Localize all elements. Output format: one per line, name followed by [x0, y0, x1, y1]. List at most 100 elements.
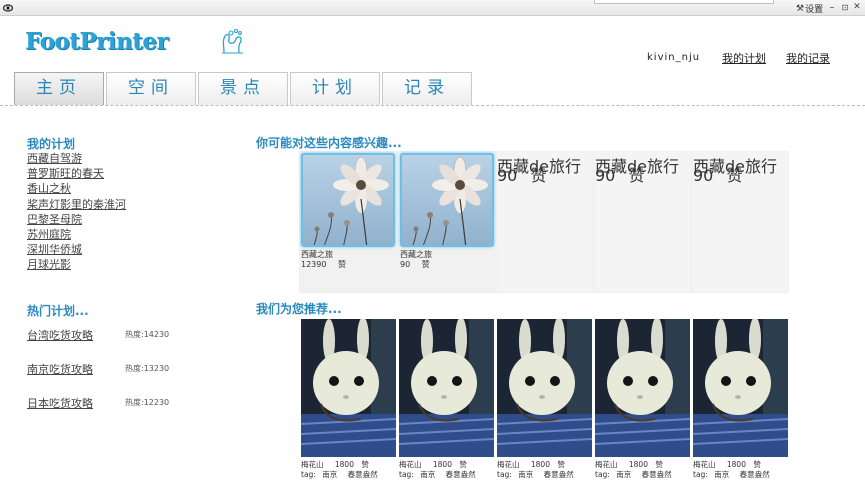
tag-label: tag: [693, 470, 708, 479]
likes-count: 90 [400, 260, 411, 269]
tab-space[interactable]: 空间 [106, 72, 196, 105]
recommend-tags: tag: 南京 春意盎然 [399, 469, 476, 480]
hot-plans-title: 热门计划... [27, 304, 89, 318]
mood-tag: 春意盎然 [445, 470, 476, 479]
tag-label: tag: [497, 470, 512, 479]
place-name: 梅花山 [301, 460, 324, 469]
plan-link[interactable]: 桨声灯影里的秦淮河 [27, 197, 126, 212]
card-likes: 90 赞 [400, 259, 430, 270]
hot-plan-link[interactable]: 日本吃货攻略 [27, 397, 93, 410]
plan-link[interactable]: 月球光影 [27, 257, 126, 272]
mood-tag: 春意盎然 [347, 470, 378, 479]
mood-tag: 春意盎然 [543, 470, 574, 479]
place-name: 梅花山 [595, 460, 618, 469]
logo-text[interactable]: FootPrinter [25, 28, 169, 55]
window-titlebar: ⚒ 设置 – ⊡ ✕ [0, 0, 865, 16]
my-plans-link[interactable]: 我的计划 [722, 50, 766, 66]
like-label: 赞 [753, 460, 761, 469]
interest-title: 你可能对这些内容感兴趣... [256, 136, 402, 150]
hot-plan-row: 南京吃货攻略 热度:13230 [27, 361, 169, 377]
like-label: 赞 [655, 460, 663, 469]
likes-count: 1800 [628, 460, 648, 469]
like-label: 赞 [361, 460, 369, 469]
likes-count: 90 [595, 166, 616, 185]
like-label: 赞 [628, 166, 645, 185]
like-label: 赞 [459, 460, 467, 469]
likes-count: 90 [497, 166, 518, 185]
heat-value: 热度:12230 [125, 398, 170, 407]
interest-text-card[interactable]: 西藏de旅行 90 赞 [693, 152, 788, 292]
tag-value: 南京 [714, 470, 730, 479]
restore-button[interactable]: ⊡ [840, 1, 850, 14]
place-name: 梅花山 [497, 460, 520, 469]
bunny-photo [497, 319, 592, 457]
flower-photo [301, 153, 395, 247]
likes-count: 1800 [334, 460, 354, 469]
tag-value: 南京 [518, 470, 534, 479]
tab-records[interactable]: 记录 [382, 72, 472, 105]
hot-plan-link[interactable]: 台湾吃货攻略 [27, 329, 93, 342]
heat-value: 热度:13230 [125, 364, 170, 373]
my-plans-list: 西藏自驾游 普罗斯旺的春天 香山之秋 桨声灯影里的秦淮河 巴黎圣母院 苏州庭院 … [27, 151, 126, 273]
like-label: 赞 [338, 260, 346, 269]
likes-count: 12390 [301, 260, 327, 269]
likes-count: 90 [693, 166, 714, 185]
settings-label: 设置 [805, 5, 824, 15]
interest-text-card[interactable]: 西藏de旅行 90 赞 [595, 152, 690, 292]
close-button[interactable]: ✕ [852, 1, 862, 14]
plan-link[interactable]: 香山之秋 [27, 181, 126, 196]
recommend-tags: tag: 南京 春意盎然 [301, 469, 378, 480]
plan-link[interactable]: 普罗斯旺的春天 [27, 166, 126, 181]
username-label: kivin_nju [647, 52, 701, 63]
likes-count: 1800 [726, 460, 746, 469]
my-plans-title: 我的计划 [27, 137, 76, 151]
tag-value: 南京 [420, 470, 436, 479]
card-likes: 90 赞 [693, 162, 742, 186]
eye-icon [3, 4, 13, 12]
bunny-photo [693, 319, 788, 457]
card-likes: 90 赞 [595, 162, 644, 186]
card-likes: 12390 赞 [301, 259, 346, 270]
plan-link[interactable]: 西藏自驾游 [27, 151, 126, 166]
tab-attractions[interactable]: 景点 [198, 72, 288, 105]
bunny-photo [301, 319, 396, 457]
plan-link[interactable]: 巴黎圣母院 [27, 212, 126, 227]
tag-value: 南京 [322, 470, 338, 479]
tag-value: 南京 [616, 470, 632, 479]
tab-home[interactable]: 主页 [14, 72, 104, 105]
tab-plans[interactable]: 计划 [290, 72, 380, 105]
like-label: 赞 [557, 460, 565, 469]
card-likes: 90 赞 [497, 162, 546, 186]
footprint-logo-icon [222, 28, 243, 54]
recommend-tags: tag: 南京 春意盎然 [497, 469, 574, 480]
likes-count: 1800 [432, 460, 452, 469]
heat-value: 热度:14230 [125, 330, 170, 339]
my-records-link[interactable]: 我的记录 [786, 50, 830, 66]
tag-label: tag: [595, 470, 610, 479]
mood-tag: 春意盎然 [641, 470, 672, 479]
like-label: 赞 [726, 166, 743, 185]
likes-count: 1800 [530, 460, 550, 469]
bunny-photo [399, 319, 494, 457]
settings-button[interactable]: ⚒ 设置 [796, 2, 824, 16]
like-label: 赞 [421, 260, 430, 269]
recommend-tags: tag: 南京 春意盎然 [693, 469, 770, 480]
place-name: 梅花山 [693, 460, 716, 469]
tag-label: tag: [399, 470, 414, 479]
hot-plan-row: 日本吃货攻略 热度:12230 [27, 395, 169, 411]
nav-divider [0, 105, 865, 106]
hot-plan-row: 台湾吃货攻略 热度:14230 [27, 327, 169, 343]
plan-link[interactable]: 苏州庭院 [27, 227, 126, 242]
address-bar[interactable] [594, 0, 774, 4]
place-name: 梅花山 [399, 460, 422, 469]
interest-text-card[interactable]: 西藏de旅行 90 赞 [497, 152, 592, 292]
hot-plan-link[interactable]: 南京吃货攻略 [27, 363, 93, 376]
plan-link[interactable]: 深圳华侨城 [27, 242, 126, 257]
minimize-button[interactable]: – [827, 1, 837, 14]
like-label: 赞 [530, 166, 547, 185]
recommend-tags: tag: 南京 春意盎然 [595, 469, 672, 480]
wrench-icon: ⚒ [796, 3, 805, 14]
tag-label: tag: [301, 470, 316, 479]
mood-tag: 春意盎然 [739, 470, 770, 479]
recommend-title: 我们为您推荐... [256, 302, 342, 316]
